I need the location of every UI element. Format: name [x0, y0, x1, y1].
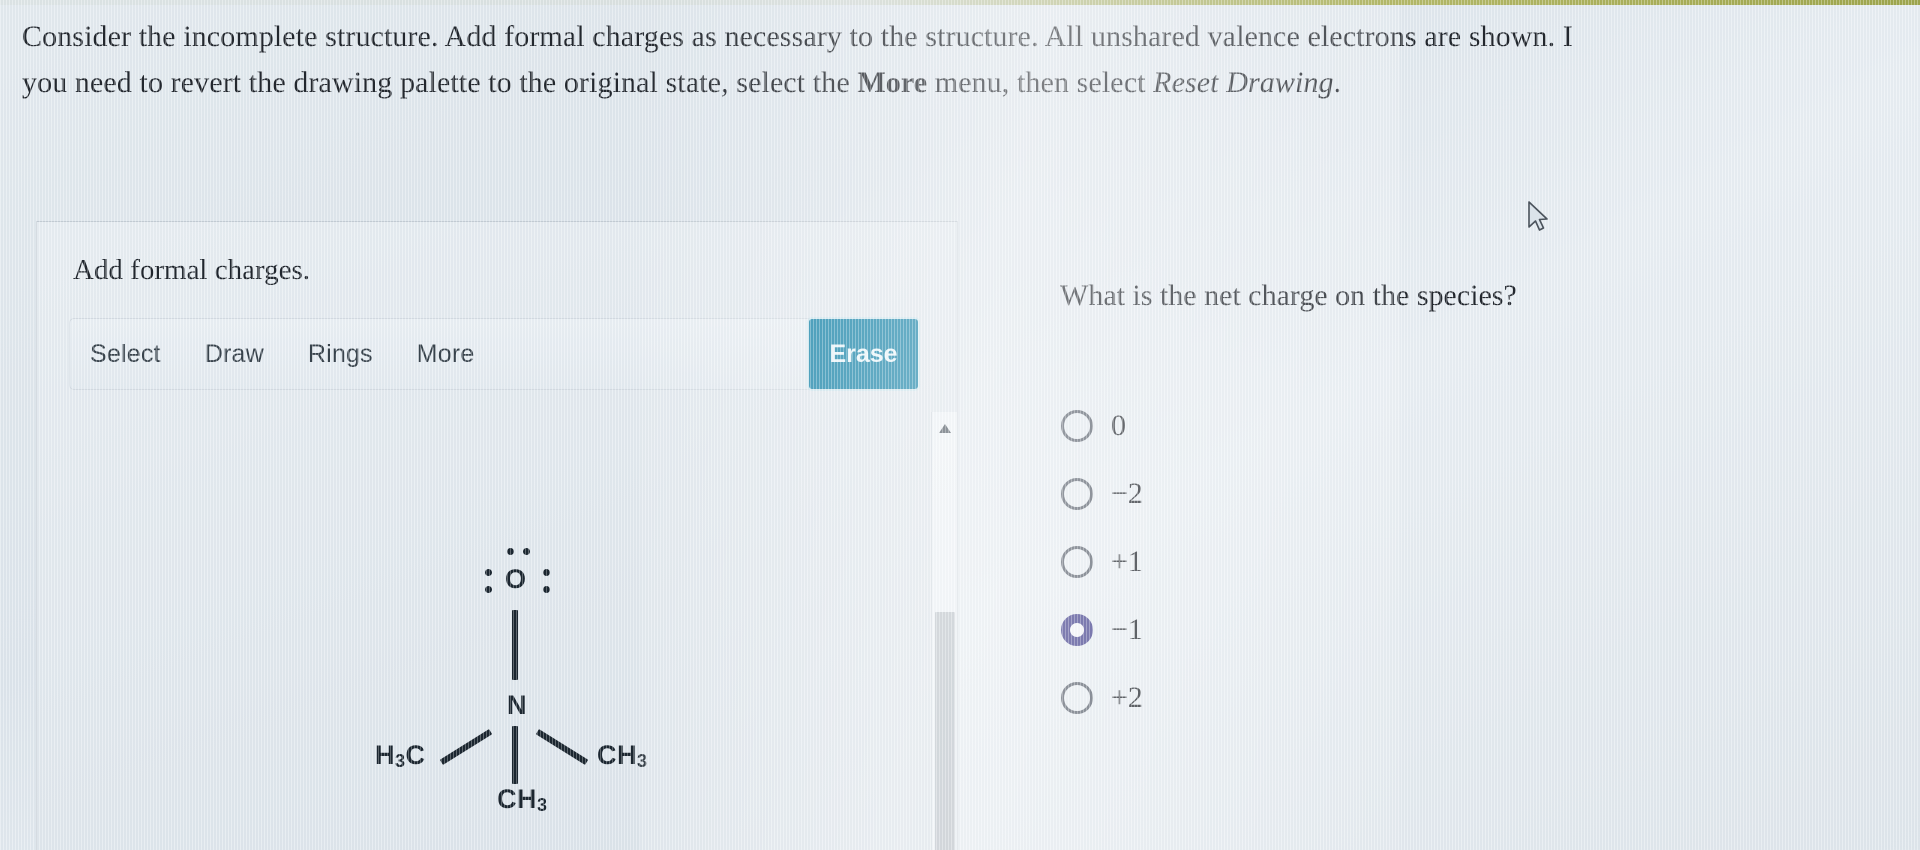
menu-item-draw[interactable]: Draw: [203, 336, 266, 373]
option-row-plus-1[interactable]: +1: [1061, 528, 1161, 596]
prompt-line2-part-b: menu, then select: [927, 65, 1154, 99]
screen-top-edge: [0, 0, 1920, 5]
toolbar-menu-row: Select Draw Rings More: [88, 319, 477, 389]
option-label-minus-1: −1: [1111, 613, 1143, 646]
option-row-minus-1[interactable]: −1: [1061, 596, 1161, 664]
option-row-minus-2[interactable]: −2: [1061, 460, 1161, 528]
lone-pair-dot-right-upper: [543, 569, 550, 576]
radio-option-plus-1[interactable]: [1061, 546, 1093, 578]
label-left-methyl[interactable]: H3C: [375, 740, 426, 772]
prompt-reset-drawing-emphasis: Reset Drawing: [1153, 65, 1334, 99]
net-charge-options: 0 −2 +1 −1 +2: [1061, 392, 1161, 732]
radio-option-minus-2[interactable]: [1061, 478, 1093, 510]
atom-nitrogen[interactable]: N: [507, 690, 527, 721]
drawing-panel: Add formal charges. Select Draw Rings Mo…: [36, 221, 958, 850]
net-charge-question: What is the net charge on the species?: [1060, 279, 1517, 312]
label-bottom-methyl[interactable]: CH3: [497, 784, 548, 816]
radio-option-0[interactable]: [1061, 410, 1093, 442]
atom-oxygen[interactable]: O: [505, 564, 527, 595]
canvas-scrollbar[interactable]: [931, 412, 957, 850]
radio-option-plus-2[interactable]: [1061, 682, 1093, 714]
option-label-minus-2: −2: [1111, 477, 1143, 510]
lone-pair-dot-left-lower: [485, 586, 492, 593]
mouse-pointer-icon: [1528, 201, 1548, 231]
prompt-line-2: you need to revert the drawing palette t…: [22, 60, 1920, 106]
lone-pair-dot-top-right: [523, 548, 530, 555]
panel-title: Add formal charges.: [73, 254, 311, 286]
erase-button[interactable]: Erase: [807, 317, 920, 391]
menu-item-rings[interactable]: Rings: [306, 336, 375, 373]
menu-item-more[interactable]: More: [415, 336, 477, 373]
menu-item-select[interactable]: Select: [88, 336, 163, 373]
option-label-0: 0: [1111, 409, 1126, 442]
bond-nitrogen-bottom-methyl[interactable]: [512, 726, 518, 784]
bond-nitrogen-right-methyl[interactable]: [535, 729, 589, 765]
lone-pair-dot-right-lower: [543, 586, 550, 593]
option-label-plus-2: +2: [1111, 681, 1143, 714]
label-right-methyl[interactable]: CH3: [597, 740, 648, 772]
option-label-plus-1: +1: [1111, 545, 1143, 578]
prompt-line2-part-a: you need to revert the drawing palette t…: [22, 65, 858, 99]
question-prompt: Consider the incomplete structure. Add f…: [22, 14, 1920, 105]
molecular-structure: O N H3C CH3 CH3: [337, 512, 697, 850]
prompt-line-1: Consider the incomplete structure. Add f…: [22, 20, 1573, 53]
scrollbar-thumb[interactable]: [935, 612, 955, 850]
bond-oxygen-nitrogen[interactable]: [512, 610, 518, 680]
drawing-canvas[interactable]: O N H3C CH3 CH3: [37, 412, 957, 850]
option-row-plus-2[interactable]: +2: [1061, 664, 1161, 732]
lone-pair-dot-left-upper: [485, 569, 492, 576]
prompt-line2-part-c: .: [1333, 65, 1342, 99]
scroll-up-arrow-icon[interactable]: [939, 424, 951, 433]
prompt-more-emphasis: More: [857, 65, 928, 99]
lone-pair-dot-top-left: [507, 548, 514, 555]
bond-nitrogen-left-methyl[interactable]: [439, 729, 493, 765]
radio-option-minus-1[interactable]: [1061, 614, 1093, 646]
option-row-0[interactable]: 0: [1061, 392, 1161, 460]
drawing-toolbar: Select Draw Rings More Erase: [69, 317, 920, 391]
